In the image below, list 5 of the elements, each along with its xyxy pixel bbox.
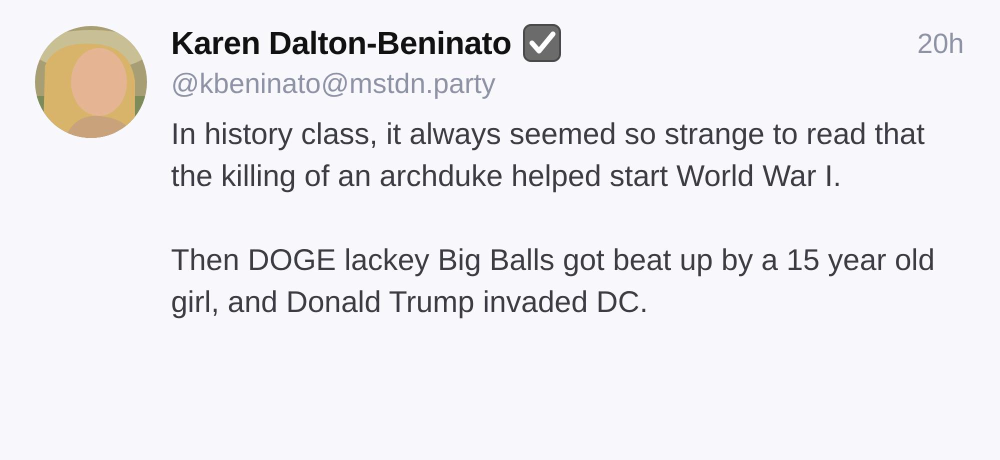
post-paragraph: In history class, it always seemed so strange to read that the killing of an archduke helped start World War I. bbox=[171, 117, 926, 195]
author-name[interactable]: Karen Dalton-Beninato bbox=[171, 24, 512, 62]
author-handle[interactable]: @kbeninato@mstdn.party bbox=[171, 68, 964, 100]
post-paragraph: Then DOGE lackey Big Balls got beat up by a 15 year old girl, and Donald Trump invaded DC. bbox=[171, 243, 936, 321]
post-time[interactable]: 20h bbox=[917, 28, 964, 60]
